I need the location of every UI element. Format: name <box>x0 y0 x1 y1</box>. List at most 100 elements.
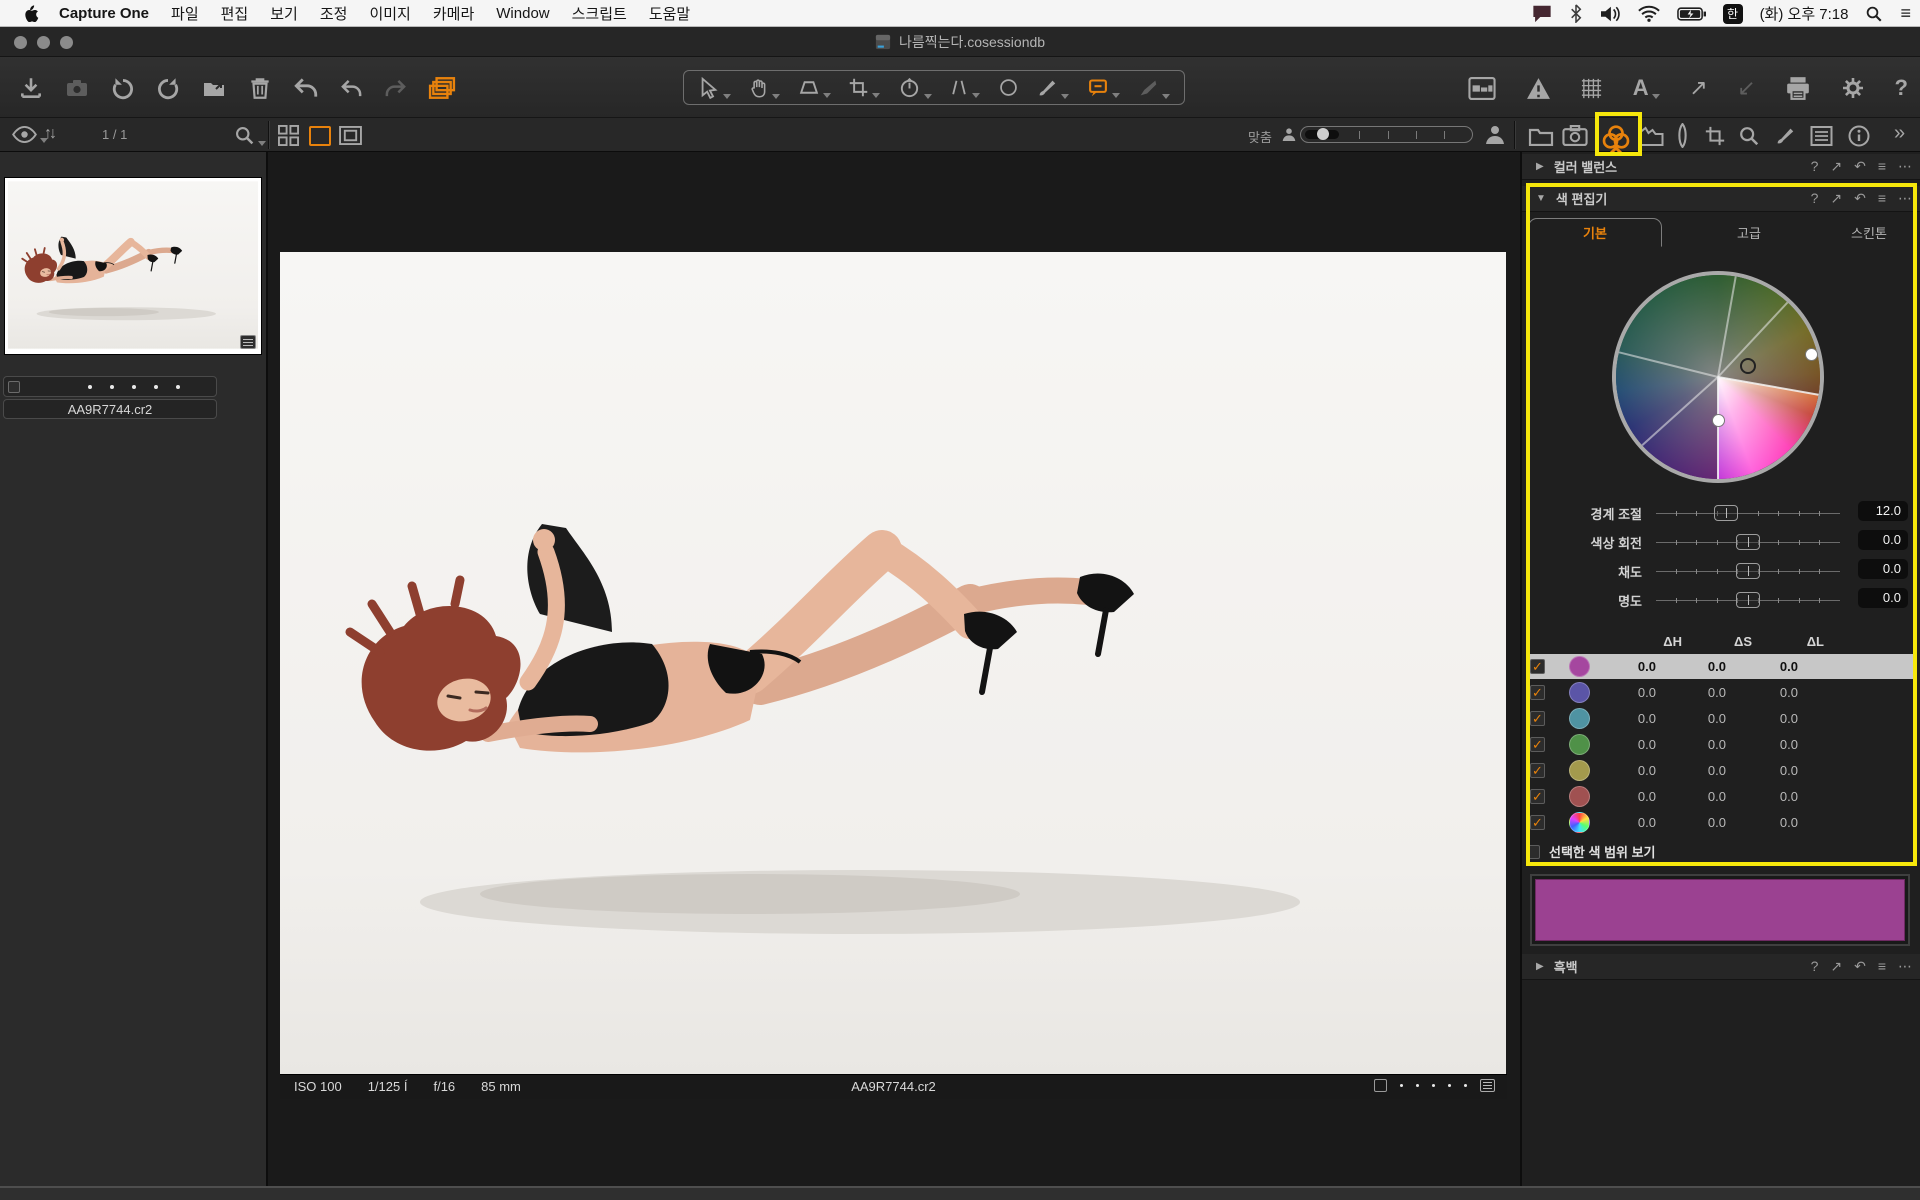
slider-track[interactable] <box>1656 592 1840 608</box>
color-balance-panel-header[interactable]: ▶ 컬러 밸런스 ? ↗ ↶ ≡ ⋯ <box>1522 154 1920 180</box>
panel-more-icon[interactable]: ⋯ <box>1898 958 1912 975</box>
sector-divider-selected[interactable] <box>1717 377 1719 479</box>
color-swatch[interactable] <box>1569 656 1590 677</box>
color-wheel[interactable] <box>1612 271 1824 483</box>
pan-tool[interactable] <box>748 77 781 99</box>
slider-value[interactable]: 0.0 <box>1858 588 1908 608</box>
export-originals-icon[interactable] <box>200 76 228 100</box>
row-enabled-checkbox[interactable]: ✓ <box>1530 711 1545 726</box>
delta-s-value[interactable]: 0.0 <box>1656 685 1726 700</box>
tooltab-info-icon[interactable] <box>1848 125 1870 147</box>
delta-l-value[interactable]: 0.0 <box>1726 789 1798 804</box>
viewer-settings-badge-icon[interactable] <box>1480 1079 1495 1092</box>
delete-trash-icon[interactable] <box>247 75 273 101</box>
spot-removal-tool[interactable] <box>998 77 1019 98</box>
import-images-icon[interactable] <box>18 74 44 102</box>
menu-file[interactable]: 파일 <box>171 3 199 24</box>
tooltab-lens-icon[interactable] <box>1676 123 1689 148</box>
menu-camera[interactable]: 카메라 <box>433 3 474 24</box>
grid-view-icon[interactable] <box>278 125 299 146</box>
input-source-indicator[interactable]: 한 <box>1722 3 1743 24</box>
row-enabled-checkbox[interactable]: ✓ <box>1530 763 1545 778</box>
panel-manage-icon[interactable]: ≡ <box>1878 158 1886 175</box>
color-range-row[interactable]: ✓ 0.0 0.0 0.0 <box>1526 654 1916 679</box>
copy-adjustments-icon[interactable] <box>427 75 457 101</box>
import-arrow-icon[interactable]: ↙ <box>1737 77 1755 99</box>
row-enabled-checkbox[interactable]: ✓ <box>1530 737 1545 752</box>
rotate-tool[interactable] <box>898 76 932 99</box>
delta-l-value[interactable]: 0.0 <box>1726 659 1798 674</box>
loupe-tool[interactable] <box>798 77 831 98</box>
tab-basic[interactable]: 기본 <box>1528 218 1662 247</box>
slider-value[interactable]: 12.0 <box>1858 501 1908 521</box>
color-range-row[interactable]: ✓ 0.0 0.0 0.0 <box>1526 810 1916 835</box>
viewer-only-view-icon[interactable] <box>339 126 362 145</box>
color-range-row[interactable]: ✓ 0.0 0.0 0.0 <box>1526 784 1916 809</box>
window-minimize-button[interactable] <box>37 36 50 49</box>
panel-reset-icon[interactable]: ↶ <box>1854 158 1866 175</box>
color-range-row[interactable]: ✓ 0.0 0.0 0.0 <box>1526 758 1916 783</box>
tooltab-details-icon[interactable] <box>1738 125 1760 147</box>
menu-window[interactable]: Window <box>496 5 549 22</box>
row-enabled-checkbox[interactable]: ✓ <box>1530 815 1545 830</box>
viewer-layout-icon[interactable] <box>1468 77 1496 100</box>
row-enabled-checkbox[interactable]: ✓ <box>1530 685 1545 700</box>
tethered-capture-icon[interactable] <box>63 76 91 100</box>
messages-status-icon[interactable] <box>1531 4 1553 23</box>
help-icon[interactable]: ? <box>1895 77 1908 99</box>
window-zoom-button[interactable] <box>60 36 73 49</box>
menu-help[interactable]: 도움말 <box>649 3 690 24</box>
delta-s-value[interactable]: 0.0 <box>1656 711 1726 726</box>
photo-canvas[interactable] <box>280 252 1506 1074</box>
delta-l-value[interactable]: 0.0 <box>1726 763 1798 778</box>
tooltab-adjustments-icon[interactable] <box>1774 125 1796 147</box>
panel-help-icon[interactable]: ? <box>1811 158 1819 175</box>
delta-s-value[interactable]: 0.0 <box>1656 789 1726 804</box>
delta-l-value[interactable]: 0.0 <box>1726 711 1798 726</box>
menu-scripts[interactable]: 스크립트 <box>572 3 627 24</box>
delta-h-value[interactable]: 0.0 <box>1590 763 1656 778</box>
panel-reset-icon[interactable]: ↶ <box>1854 190 1866 207</box>
view-selected-range-toggle[interactable]: 선택한 색 범위 보기 <box>1526 842 1656 861</box>
star-rating-dots[interactable] <box>88 385 180 389</box>
redo-icon[interactable] <box>383 77 408 100</box>
rotate-left-icon[interactable] <box>110 75 136 101</box>
thumbnail-selected[interactable] <box>4 177 262 355</box>
tooltab-library-icon[interactable] <box>1528 126 1554 146</box>
color-swatch[interactable] <box>1569 734 1590 755</box>
delta-s-value[interactable]: 0.0 <box>1656 815 1726 830</box>
color-swatch[interactable] <box>1569 682 1590 703</box>
tooltab-metadata-icon[interactable] <box>1810 126 1833 146</box>
disclosure-closed-icon[interactable]: ▶ <box>1536 161 1544 172</box>
tooltab-exposure-icon[interactable] <box>1639 126 1664 146</box>
panel-more-icon[interactable]: ⋯ <box>1898 158 1912 175</box>
browser-filter-eye-icon[interactable] <box>12 126 48 143</box>
panel-more-icon[interactable]: ⋯ <box>1898 190 1912 207</box>
panel-manage-icon[interactable]: ≡ <box>1878 958 1886 975</box>
black-white-panel-header[interactable]: ▶ 흑백 ? ↗ ↶ ≡ ⋯ <box>1522 954 1920 980</box>
print-icon[interactable] <box>1785 76 1811 100</box>
menu-adjust[interactable]: 조정 <box>320 3 348 24</box>
delta-s-value[interactable]: 0.0 <box>1656 659 1726 674</box>
panel-help-icon[interactable]: ? <box>1811 190 1819 207</box>
panel-preset-icon[interactable]: ↗ <box>1830 958 1842 975</box>
delta-l-value[interactable]: 0.0 <box>1726 685 1798 700</box>
color-range-row[interactable]: ✓ 0.0 0.0 0.0 <box>1526 706 1916 731</box>
exposure-warning-icon[interactable] <box>1526 77 1551 100</box>
delta-l-value[interactable]: 0.0 <box>1726 737 1798 752</box>
menu-app-name[interactable]: Capture One <box>59 5 149 22</box>
bluetooth-icon[interactable] <box>1570 4 1582 23</box>
battery-icon[interactable] <box>1677 7 1706 21</box>
viewer-zoom-slider[interactable] <box>1300 126 1473 143</box>
zoom-slider-knob[interactable] <box>1317 128 1329 140</box>
window-close-button[interactable] <box>14 36 27 49</box>
delta-h-value[interactable]: 0.0 <box>1590 685 1656 700</box>
row-enabled-checkbox[interactable]: ✓ <box>1530 659 1545 674</box>
tab-skin-tone[interactable]: 스킨톤 <box>1822 218 1916 247</box>
filmstrip-view-icon[interactable] <box>309 126 331 146</box>
thumbnail-filename[interactable]: AA9R7744.cr2 <box>3 399 217 419</box>
wifi-icon[interactable] <box>1638 5 1660 22</box>
disclosure-closed-icon[interactable]: ▶ <box>1536 961 1544 972</box>
undo-icon[interactable] <box>339 77 364 100</box>
delta-s-value[interactable]: 0.0 <box>1656 763 1726 778</box>
